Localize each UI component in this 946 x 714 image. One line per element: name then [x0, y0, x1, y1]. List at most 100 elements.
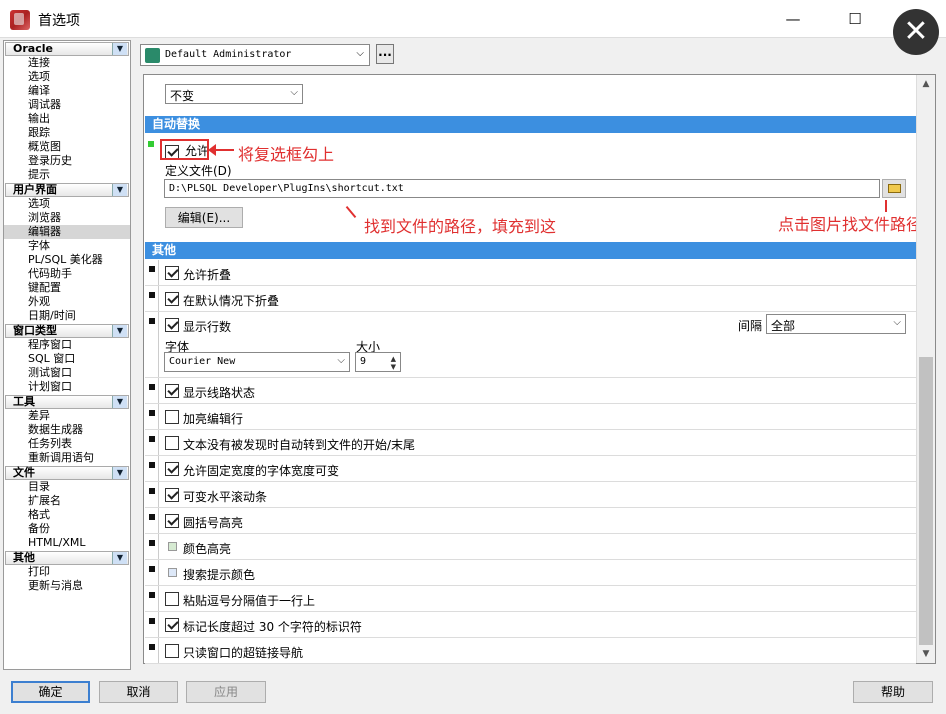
nav-item[interactable]: 编辑器 — [4, 225, 130, 239]
option-checkbox[interactable] — [165, 410, 179, 424]
nav-item[interactable]: 选项 — [4, 197, 130, 211]
nav-item[interactable]: SQL 窗口 — [4, 352, 130, 366]
scroll-down-icon[interactable]: ▼ — [917, 645, 935, 663]
ok-button[interactable]: 确定 — [11, 681, 90, 703]
top-combo[interactable]: 不变 ⌵ — [165, 84, 303, 104]
option-checkbox[interactable] — [165, 488, 179, 502]
close-button[interactable]: ✕ — [893, 9, 939, 55]
option-row: 可变水平滚动条 — [145, 482, 916, 508]
nav-item[interactable]: 概览图 — [4, 140, 130, 154]
cancel-button[interactable]: 取消 — [99, 681, 178, 703]
option-checkbox[interactable] — [165, 462, 179, 476]
nav-item[interactable]: 跟踪 — [4, 126, 130, 140]
file-label: 定义文件(D) — [165, 164, 232, 178]
nav-category[interactable]: 窗口类型 ▼ — [5, 324, 129, 338]
option-label: 只读窗口的超链接导航 — [183, 646, 304, 660]
row-divider — [158, 482, 159, 507]
nav-item[interactable]: 更新与消息 — [4, 579, 130, 593]
option-checkbox[interactable] — [165, 514, 179, 528]
option-checkbox[interactable] — [165, 318, 179, 332]
nav-item[interactable]: 登录历史 — [4, 154, 130, 168]
stepper-arrows-icon[interactable]: ▲ ▼ — [391, 355, 396, 371]
scroll-thumb[interactable] — [919, 357, 933, 645]
nav-item[interactable]: 计划窗口 — [4, 380, 130, 394]
collapse-arrow-icon[interactable]: ▼ — [112, 184, 127, 196]
nav-item[interactable]: 编译 — [4, 84, 130, 98]
row-divider — [158, 430, 159, 455]
nav-category[interactable]: 工具 ▼ — [5, 395, 129, 409]
nav-item[interactable]: PL/SQL 美化器 — [4, 253, 130, 267]
browse-button[interactable] — [882, 179, 906, 198]
minimize-button[interactable]: — — [770, 0, 816, 38]
status-marker — [149, 644, 155, 650]
option-checkbox[interactable] — [165, 592, 179, 606]
nav-item[interactable]: 输出 — [4, 112, 130, 126]
nav-item[interactable]: 浏览器 — [4, 211, 130, 225]
nav-item[interactable]: 日期/时间 — [4, 309, 130, 323]
nav-item[interactable]: 选项 — [4, 70, 130, 84]
panel-scrollbar[interactable]: ▲ ▼ — [916, 75, 935, 663]
nav-item[interactable]: 差异 — [4, 409, 130, 423]
title-bar: 首选项 — ☐ — [0, 0, 946, 38]
nav-category[interactable]: Oracle ▼ — [5, 42, 129, 56]
nav-category-label: 工具 — [13, 395, 35, 408]
row-divider — [158, 260, 159, 285]
color-swatch[interactable] — [168, 568, 177, 577]
nav-item[interactable]: 调试器 — [4, 98, 130, 112]
nav-item[interactable]: HTML/XML — [4, 536, 130, 550]
collapse-arrow-icon[interactable]: ▼ — [112, 396, 127, 408]
collapse-arrow-icon[interactable]: ▼ — [112, 325, 127, 337]
collapse-arrow-icon[interactable]: ▼ — [112, 43, 127, 55]
profile-more-button[interactable]: ... — [376, 44, 394, 64]
nav-category[interactable]: 文件 ▼ — [5, 466, 129, 480]
nav-item[interactable]: 外观 — [4, 295, 130, 309]
nav-item[interactable]: 扩展名 — [4, 494, 130, 508]
scroll-up-icon[interactable]: ▲ — [917, 75, 935, 93]
nav-item[interactable]: 代码助手 — [4, 267, 130, 281]
nav-item[interactable]: 程序窗口 — [4, 338, 130, 352]
nav-item[interactable]: 目录 — [4, 480, 130, 494]
apply-button[interactable]: 应用 — [186, 681, 266, 703]
option-checkbox[interactable] — [165, 292, 179, 306]
status-marker — [149, 514, 155, 520]
nav-item[interactable]: 重新调用语句 — [4, 451, 130, 465]
nav-category[interactable]: 其他 ▼ — [5, 551, 129, 565]
option-label: 在默认情况下折叠 — [183, 294, 280, 308]
option-label: 加亮编辑行 — [183, 412, 244, 426]
nav-item[interactable]: 提示 — [4, 168, 130, 182]
category-tree[interactable]: Oracle ▼ 连接 选项 编译 调试器 输出 跟踪 概览图 登录历史 提示 用户界面 ▼ 选项 浏览器编… — [3, 40, 131, 670]
collapse-arrow-icon[interactable]: ▼ — [112, 552, 127, 564]
option-row: 圆括号高亮 — [145, 508, 916, 534]
color-swatch[interactable] — [168, 542, 177, 551]
top-combo-value: 不变 — [170, 89, 195, 103]
option-row: 允许固定宽度的字体宽度可变 — [145, 456, 916, 482]
option-checkbox[interactable] — [165, 436, 179, 450]
nav-item[interactable]: 备份 — [4, 522, 130, 536]
profile-select[interactable]: Default Administrator ⌵ — [140, 44, 370, 66]
option-checkbox[interactable] — [165, 384, 179, 398]
help-button[interactable]: 帮助 — [853, 681, 933, 703]
font-select[interactable]: Courier New ⌵ — [164, 352, 350, 372]
option-row: 在默认情况下折叠 — [145, 286, 916, 312]
size-stepper[interactable]: 9 ▲ ▼ — [355, 352, 401, 372]
option-checkbox[interactable] — [165, 266, 179, 280]
nav-item[interactable]: 格式 — [4, 508, 130, 522]
file-path-input[interactable]: D:\PLSQL Developer\PlugIns\shortcut.txt — [164, 179, 880, 198]
nav-category-label: Oracle — [13, 42, 53, 55]
row-divider — [158, 312, 159, 377]
option-checkbox[interactable] — [165, 644, 179, 658]
nav-item[interactable]: 测试窗口 — [4, 366, 130, 380]
nav-item[interactable]: 字体 — [4, 239, 130, 253]
edit-button[interactable]: 编辑(E)... — [165, 207, 243, 228]
nav-item[interactable]: 连接 — [4, 56, 130, 70]
maximize-button[interactable]: ☐ — [832, 0, 878, 38]
nav-item[interactable]: 数据生成器 — [4, 423, 130, 437]
row-divider — [158, 560, 159, 585]
nav-item[interactable]: 打印 — [4, 565, 130, 579]
collapse-arrow-icon[interactable]: ▼ — [112, 467, 127, 479]
interval-select[interactable]: 全部 ⌵ — [766, 314, 906, 334]
nav-category[interactable]: 用户界面 ▼ — [5, 183, 129, 197]
option-checkbox[interactable] — [165, 618, 179, 632]
nav-item[interactable]: 任务列表 — [4, 437, 130, 451]
nav-item[interactable]: 键配置 — [4, 281, 130, 295]
